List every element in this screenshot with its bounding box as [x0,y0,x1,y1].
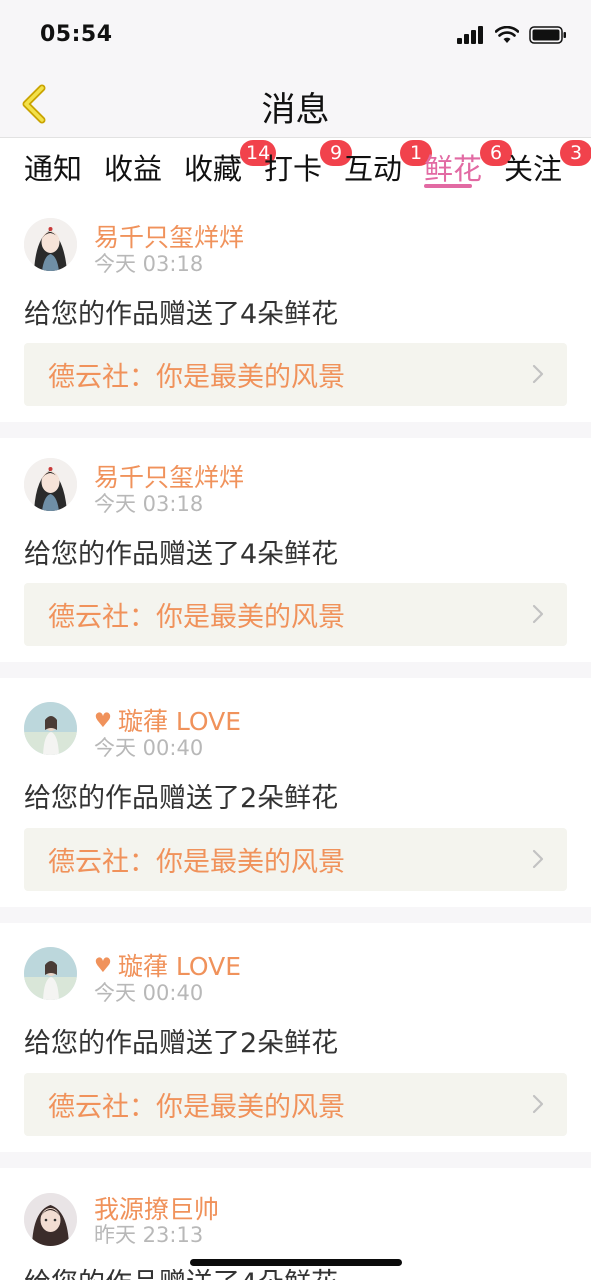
message-text: 给您的作品赠送了2朵鲜花 [24,1028,339,1059]
tab-earnings[interactable]: 收益 [104,146,162,188]
chevron-right-icon [532,1094,544,1114]
avatar[interactable] [24,702,77,755]
navigation-bar: 消息 [0,70,591,138]
status-bar: 05:54 [0,0,591,70]
avatar-image [24,458,77,511]
avatar[interactable] [24,458,77,511]
home-indicator[interactable] [190,1259,402,1266]
active-tab-indicator [424,184,472,188]
timestamp: 今天 03:18 [94,252,204,276]
avatar[interactable] [24,947,77,1000]
tab-label: 通知 [24,152,83,186]
avatar-image [24,702,77,755]
timestamp: 今天 00:40 [94,736,204,760]
feed-item: 易千只玺烊烊 今天 03:18 给您的作品赠送了4朵鲜花 德云社：你是最美的风景 [0,438,591,662]
work-title: 德云社：你是最美的风景 [48,362,345,393]
battery-icon [529,26,566,44]
tab-checkin[interactable]: 打卡 9 [264,140,352,188]
work-link[interactable]: 德云社：你是最美的风景 [24,1073,567,1136]
chevron-right-icon [532,364,544,384]
tab-label: 鲜花 [424,152,483,186]
feed-item: ♥ 璇葎 LOVE 今天 00:40 给您的作品赠送了2朵鲜花 德云社：你是最美… [0,678,591,907]
tab-label: 收益 [104,152,163,186]
message-text: 给您的作品赠送了4朵鲜花 [24,299,339,330]
tab-notice[interactable]: 通知 [24,146,82,188]
avatar-image [24,218,77,271]
tab-bar: 通知 收益 收藏 14 打卡 9 互动 1 鲜花 6 关注 3 [0,138,591,198]
tab-interaction[interactable]: 互动 1 [344,140,432,188]
work-link[interactable]: 德云社：你是最美的风景 [24,583,567,646]
tab-label: 收藏 [184,152,243,186]
flower-feed: 易千只玺烊烊 今天 03:18 给您的作品赠送了4朵鲜花 德云社：你是最美的风景… [0,198,591,1280]
tab-favorites[interactable]: 收藏 14 [184,140,277,188]
work-link[interactable]: 德云社：你是最美的风景 [24,343,567,406]
page-title: 消息 [261,90,330,130]
feed-item: ♥ 璇葎 LOVE 今天 00:40 给您的作品赠送了2朵鲜花 德云社：你是最美… [0,923,591,1152]
tab-badge: 3 [560,140,591,166]
tab-flowers[interactable]: 鲜花 6 [424,140,512,188]
work-title: 德云社：你是最美的风景 [48,847,345,878]
timestamp: 昨天 23:13 [94,1223,204,1247]
timestamp: 今天 03:18 [94,492,204,516]
status-time: 05:54 [40,22,113,47]
work-title: 德云社：你是最美的风景 [48,1092,345,1123]
work-title: 德云社：你是最美的风景 [48,602,345,633]
message-text: 给您的作品赠送了2朵鲜花 [24,783,339,814]
tab-label: 互动 [344,152,403,186]
avatar[interactable] [24,1193,77,1246]
tab-follow[interactable]: 关注 3 [504,140,591,188]
heart-icon: ♥ [94,953,112,977]
signal-icon [457,26,483,44]
status-icons [457,26,567,44]
avatar-image [24,1193,77,1246]
heart-icon: ♥ [94,708,112,732]
message-text: 给您的作品赠送了4朵鲜花 [24,539,339,570]
avatar[interactable] [24,218,77,271]
tab-label: 打卡 [264,152,323,186]
chevron-right-icon [532,849,544,869]
tab-label: 关注 [504,152,563,186]
timestamp: 今天 00:40 [94,981,204,1005]
feed-item: 易千只玺烊烊 今天 03:18 给您的作品赠送了4朵鲜花 德云社：你是最美的风景 [0,198,591,422]
avatar-image [24,947,77,1000]
chevron-right-icon [532,604,544,624]
work-link[interactable]: 德云社：你是最美的风景 [24,828,567,891]
wifi-icon [495,26,519,43]
